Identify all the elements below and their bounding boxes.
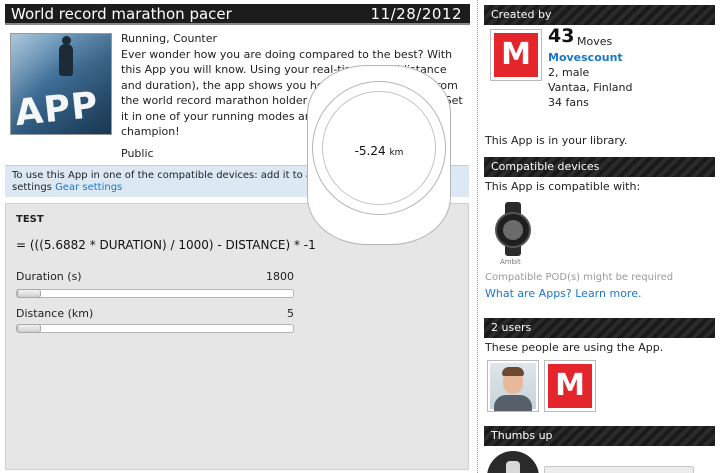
duration-slider[interactable]	[16, 289, 294, 298]
learn-more-link[interactable]: What are Apps? Learn more.	[485, 287, 641, 300]
creator-age-gender: 2, male	[548, 66, 590, 79]
thumbs-up-button[interactable]	[544, 466, 694, 473]
moves-count: 43	[548, 25, 575, 47]
ambit-watch-icon[interactable]	[494, 202, 532, 256]
distance-value: 5	[287, 307, 294, 320]
users-header: 2 users	[484, 318, 715, 338]
device-name: Ambit	[500, 258, 521, 266]
app-title: World record marathon pacer	[11, 5, 232, 23]
created-by-header: Created by	[484, 5, 715, 25]
distance-label: Distance (km)	[16, 307, 94, 320]
duration-slider-handle[interactable]	[17, 289, 41, 298]
app-formula: = (((5.6882 * DURATION) / 1000) - DISTAN…	[16, 238, 316, 252]
thumb-hand-icon	[506, 461, 520, 473]
library-note: This App is in your library.	[485, 134, 628, 147]
gear-settings-link[interactable]: Gear settings	[55, 182, 122, 193]
avatar-hair	[502, 367, 524, 376]
simulator-heading: TEST	[16, 214, 44, 225]
distance-slider[interactable]	[16, 324, 294, 333]
user-movescount-avatar[interactable]: M	[544, 360, 596, 412]
app-title-bar: World record marathon pacer 11/28/2012	[5, 4, 470, 25]
thumbs-up-icon[interactable]	[487, 451, 539, 473]
creator-avatar[interactable]: M	[490, 29, 542, 81]
users-intro: These people are using the App.	[485, 341, 664, 354]
thumbs-up-header: Thumbs up	[484, 426, 715, 446]
watch-result-unit: km	[389, 148, 404, 158]
pod-note: Compatible POD(s) might be required	[485, 272, 674, 283]
thumbnail-label: APP	[13, 84, 101, 135]
compatible-devices-header: Compatible devices	[484, 157, 715, 177]
column-divider	[477, 0, 478, 473]
compatible-intro: This App is compatible with:	[485, 180, 641, 193]
watch-screen	[503, 220, 523, 240]
app-thumbnail: APP	[10, 33, 112, 135]
duration-value: 1800	[266, 270, 294, 283]
creator-fans: 34 fans	[548, 96, 589, 109]
runner-icon	[59, 44, 73, 76]
creator-location: Vantaa, Finland	[548, 81, 633, 94]
movescount-logo-icon: M	[494, 33, 538, 77]
user-avatar[interactable]	[487, 360, 539, 412]
distance-slider-handle[interactable]	[17, 324, 41, 333]
avatar-shirt	[494, 395, 532, 411]
duration-label: Duration (s)	[16, 270, 82, 283]
watch-result-value: -5.24	[354, 144, 386, 158]
moves-label: Moves	[577, 35, 613, 48]
watch-readout: -5.24 km	[322, 144, 436, 158]
app-date: 11/28/2012	[370, 5, 462, 23]
movescount-logo-icon: M	[548, 364, 592, 408]
creator-username-link[interactable]: Movescount	[548, 51, 623, 64]
app-categories: Running, Counter	[121, 32, 218, 45]
